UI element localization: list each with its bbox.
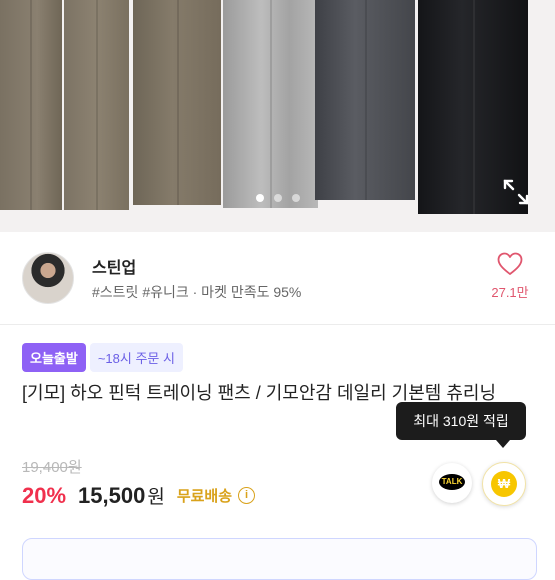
original-price: 19,400원 <box>22 459 82 476</box>
pants-image-brown-1 <box>0 0 62 210</box>
shop-name[interactable]: 스틴업 <box>92 254 136 278</box>
pants-image-brown-2 <box>64 0 129 210</box>
option-box[interactable] <box>22 538 537 580</box>
shop-meta: #스트릿 #유니크 · 마켓 만족도 95% <box>92 284 302 300</box>
info-icon[interactable]: i <box>238 487 256 504</box>
seller-section[interactable]: 스틴업 #스트릿 #유니크 · 마켓 만족도 95% 27.1만 <box>0 232 555 325</box>
expand-arrows-icon[interactable] <box>500 176 532 208</box>
order-deadline-badge: ~18시 주문 시 <box>89 343 183 372</box>
free-shipping-label: 무료배송 <box>176 488 233 505</box>
pants-image-charcoal <box>315 0 415 200</box>
like-count: 27.1만 <box>491 285 529 300</box>
carousel-dot[interactable] <box>273 194 282 202</box>
kakao-talk-button[interactable]: TALK <box>432 463 472 503</box>
discount-rate: 20% <box>22 482 67 508</box>
currency-unit: 원 <box>147 487 165 508</box>
won-coin-icon: ₩ <box>491 471 517 497</box>
points-tooltip: 최대 310원 적립 <box>396 402 526 448</box>
price-row: 20% 15,500 원 무료배송 i <box>22 482 256 509</box>
carousel-dot[interactable] <box>255 194 264 202</box>
avatar[interactable] <box>22 252 74 304</box>
pants-image-brown-3 <box>133 0 221 205</box>
heart-outline-icon[interactable] <box>497 252 523 276</box>
sale-price: 15,500 <box>78 482 146 508</box>
talk-icon: TALK <box>439 474 465 490</box>
delivery-badges: 오늘출발 ~18시 주문 시 <box>22 343 183 372</box>
pants-image-gray <box>223 0 318 208</box>
carousel-dots <box>0 194 555 202</box>
carousel-dot[interactable] <box>291 194 300 202</box>
product-image[interactable] <box>0 0 555 232</box>
points-button[interactable]: ₩ <box>482 462 526 506</box>
today-shipping-badge: 오늘출발 <box>22 343 86 372</box>
